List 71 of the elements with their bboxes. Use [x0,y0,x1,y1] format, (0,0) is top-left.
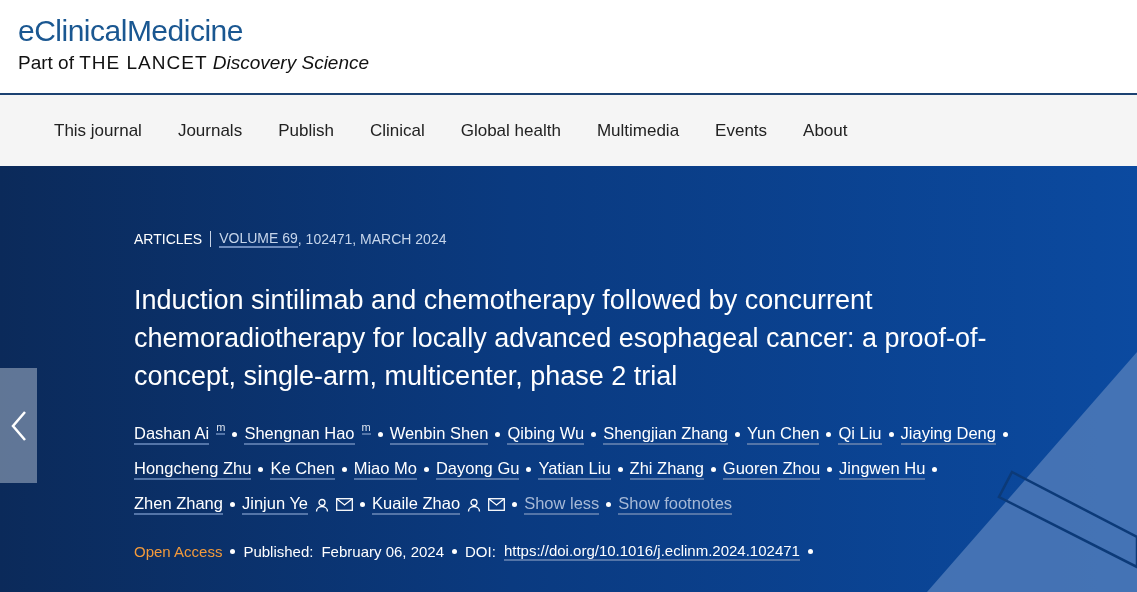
nav-link[interactable]: About [803,120,848,141]
published-label: Published: [243,543,314,561]
author-link[interactable]: Zhen Zhang [134,494,223,516]
person-icon[interactable] [315,497,330,512]
separator-dot [807,549,813,555]
separator-dot [512,502,518,508]
mail-icon[interactable] [336,498,354,512]
separator-dot [230,549,236,555]
article-title: Induction sintilimab and chemotherapy followed by concurrent chemoradiotherapy for locally advanced esophageal cancer: a proof-of-concept, single-arm, multicenter, phase 2 trial [134,284,988,393]
author-link[interactable]: Yatian Liu [538,459,611,481]
separator-dot [258,467,264,473]
nav-link[interactable]: Clinical [369,120,425,141]
author-link[interactable]: Miao Mo [353,459,417,481]
separator-dot [710,467,716,473]
author-link[interactable]: Shengjian Zhang [603,424,728,446]
chevron-left-icon [10,409,27,442]
issue-details: , 102471, MARCH 2024 [297,231,447,247]
separator-dot [360,502,366,508]
journal-logo[interactable]: eClinicalMedicine [18,14,243,48]
journal-tagline: Part of THE LANCET Discovery Science [18,52,370,74]
separator-dot [377,432,383,438]
footnote-mark[interactable]: m [361,421,371,436]
published-date: February 06, 2024 [321,543,445,561]
separator-dot [230,502,235,508]
separator-dot [826,432,832,438]
author-link[interactable]: Kuaile Zhao [372,494,461,516]
author-link[interactable]: Jinjun Ye [242,494,309,516]
separator-dot [232,432,238,438]
separator-dot [606,502,612,508]
separator-dot [734,432,740,438]
toggle-link[interactable]: Show less [524,494,600,516]
separator-dot [495,432,501,438]
doi-label: DOI: [465,543,496,561]
nav-link[interactable]: Multimedia [596,120,680,141]
mail-icon[interactable] [488,498,506,512]
open-access-label: Open Access [134,543,223,561]
separator-dot [452,549,458,555]
article-type: ARTICLES [134,231,203,247]
author-link[interactable]: Shengnan Hao [244,424,355,446]
separator-dot [1002,432,1008,438]
author-link[interactable]: Dashan Ai [134,424,210,446]
separator-dot [932,467,938,473]
separator-dot [526,467,532,473]
separator-dot [827,467,833,473]
author-link[interactable]: Guoren Zhou [722,459,821,481]
volume-link[interactable]: VOLUME 69 [219,230,298,248]
previous-button[interactable] [0,368,37,483]
separator-dot [341,467,347,473]
nav-link[interactable]: Publish [278,120,334,141]
separator-dot [617,467,623,473]
author-link[interactable]: Wenbin Shen [389,424,489,446]
nav-link[interactable]: This journal [54,120,142,141]
author-link[interactable]: Dayong Gu [435,459,520,481]
nav-link[interactable]: Journals [177,120,243,141]
author-link[interactable]: Yun Chen [746,424,820,446]
footnote-mark[interactable]: m [216,421,226,436]
nav-link[interactable]: Global health [460,120,561,141]
separator-dot [591,432,597,438]
person-icon[interactable] [467,497,482,512]
nav-link[interactable]: Events [715,120,768,141]
author-link[interactable]: Jiaying Deng [900,424,996,446]
separator-dot [888,432,894,438]
author-link[interactable]: Hongcheng Zhu [134,459,252,481]
author-link[interactable]: Zhi Zhang [629,459,704,481]
author-link[interactable]: Jingwen Hu [839,459,926,481]
toggle-link[interactable]: Show footnotes [618,494,733,516]
author-link[interactable]: Qibing Wu [507,424,585,446]
doi-link[interactable]: https://doi.org/10.1016/j.eclinm.2024.102471 [503,542,800,562]
author-link[interactable]: Qi Liu [838,424,882,446]
separator-dot [423,467,429,473]
author-link[interactable]: Ke Chen [270,459,335,481]
